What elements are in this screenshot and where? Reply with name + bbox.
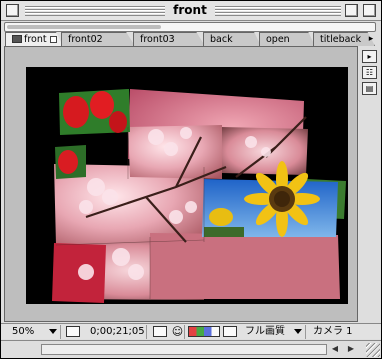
panel-menu-icon[interactable]: ▸ xyxy=(362,50,377,63)
resolution-value: フル画質 xyxy=(245,326,285,337)
safe-zones-icon[interactable] xyxy=(223,326,237,337)
chevron-down-icon xyxy=(294,329,302,334)
tab-front02[interactable]: front02 xyxy=(61,32,135,46)
tab-label: front03 xyxy=(140,34,175,45)
tab-label: back xyxy=(210,34,233,45)
current-time[interactable]: 0;00;21;05 xyxy=(87,325,147,339)
region-of-interest-icon[interactable] xyxy=(66,326,80,337)
comp-flowchart-icon[interactable]: ☷ xyxy=(362,66,377,79)
blossom-tile xyxy=(150,233,340,299)
collapse-box-icon[interactable] xyxy=(363,4,376,17)
tab-front03[interactable]: front03 xyxy=(133,32,205,46)
tab-label: front02 xyxy=(68,34,103,45)
scroll-left-icon[interactable]: ◀ xyxy=(329,344,341,355)
lock-icon[interactable] xyxy=(49,36,57,43)
time-navigator-fill xyxy=(7,25,161,29)
viewer-toolbar: 50% 0;00;21;05 ☺ フル画質 カメラ 1 xyxy=(1,323,381,339)
camera-select[interactable]: カメラ 1 xyxy=(310,325,366,339)
tab-front[interactable]: front xyxy=(5,32,63,46)
scroll-right-icon[interactable]: ▶ xyxy=(345,344,357,355)
tab-label: open xyxy=(266,34,290,45)
camera-icon[interactable] xyxy=(153,326,167,337)
title-stripes-left xyxy=(25,5,165,16)
window-title: front xyxy=(173,3,207,17)
horizontal-scrollbar[interactable]: ◀ ▶ xyxy=(1,340,381,358)
composition-canvas[interactable] xyxy=(26,67,348,304)
tab-label: titleback xyxy=(320,34,362,45)
chevron-down-icon xyxy=(49,329,57,334)
resize-grip-icon[interactable] xyxy=(366,343,380,357)
composition-frame xyxy=(4,46,358,322)
composition-render xyxy=(52,89,346,303)
composition-window: front front front02 front03 back open ti… xyxy=(0,0,382,359)
title-bar[interactable]: front xyxy=(1,1,381,21)
zoom-box-icon[interactable] xyxy=(345,4,358,17)
resolution-select[interactable]: フル画質 xyxy=(242,325,306,339)
title-stripes-right xyxy=(215,5,341,16)
scroll-track[interactable] xyxy=(41,344,327,355)
person-icon[interactable]: ☺ xyxy=(171,325,185,339)
tab-bar: front front02 front03 back open titlebac… xyxy=(1,32,381,46)
tab-open[interactable]: open xyxy=(259,32,315,46)
side-palette: ▸ ☷ ▤ xyxy=(360,46,380,322)
tab-menu-arrow-icon[interactable]: ▸ xyxy=(365,35,377,44)
timeline-icon[interactable]: ▤ xyxy=(362,82,377,95)
tab-label: front xyxy=(24,34,47,45)
sunflower-partial xyxy=(209,208,233,226)
time-navigator[interactable] xyxy=(4,22,376,32)
close-box-icon[interactable] xyxy=(6,4,19,17)
zoom-value: 50% xyxy=(12,326,35,337)
composition-icon xyxy=(12,35,22,43)
rgb-channels-icon[interactable] xyxy=(188,326,220,337)
tab-back[interactable]: back xyxy=(203,32,261,46)
zoom-select[interactable]: 50% xyxy=(9,325,61,339)
